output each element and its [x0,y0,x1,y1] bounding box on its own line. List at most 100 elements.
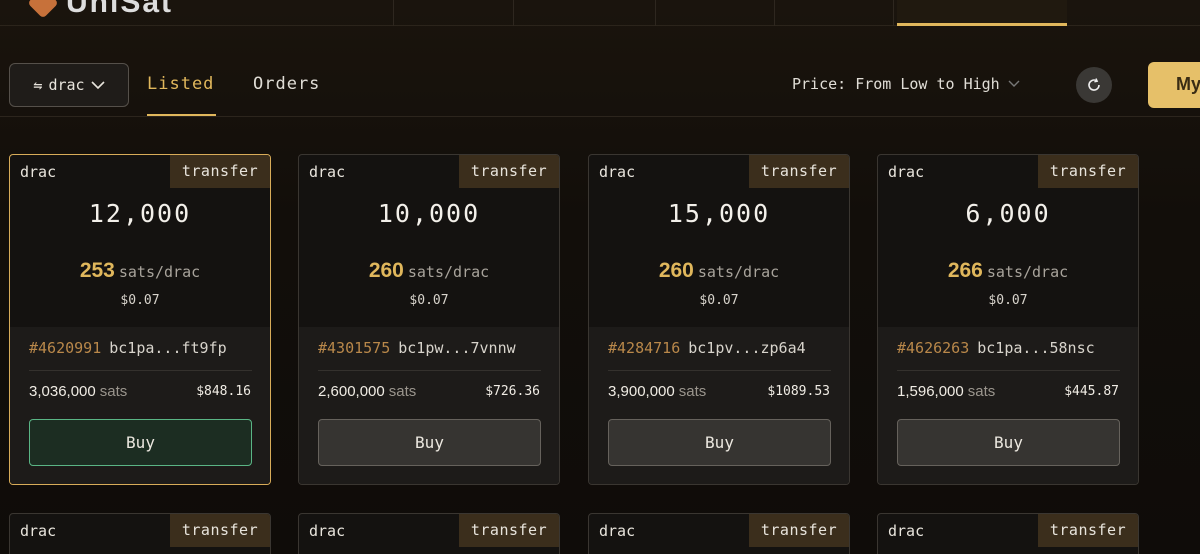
total-usd: $726.36 [485,384,540,399]
inscription-number[interactable]: #4284716 [608,339,680,357]
buy-button[interactable]: Buy [897,419,1120,466]
sort-label: Price: From Low to High [792,75,1000,93]
logo[interactable]: UniSat [27,0,174,20]
card-footer: #4301575 bc1pw...7vnnw 2,600,000 sats $726.3… [299,327,559,484]
card-ticker: drac [888,163,925,181]
unit-price-unit: sats/drac [118,263,201,281]
tab-orders[interactable]: Orders [253,74,320,94]
total-sats-unit: sats [967,383,996,400]
inscription-number[interactable]: #4301575 [318,339,390,357]
unit-price-usd: $0.07 [120,293,160,308]
card-divider [897,370,1120,371]
total-sats: 3,900,000 sats [608,383,706,400]
top-nav: UniSat [0,0,1200,26]
listing-card[interactable]: drac transfer [298,513,560,554]
unit-price-unit: sats/drac [697,263,780,281]
total-sats: 1,596,000 sats [897,383,995,400]
card-amount: 6,000 [965,199,1051,228]
transfer-badge: transfer [170,514,270,547]
my-button[interactable]: My [1148,62,1200,108]
total-sats-value: 1,596,000 [897,383,964,400]
nav-divider [513,0,514,26]
transfer-badge: transfer [459,155,559,188]
listing-card[interactable]: drac transfer 10,000 260 sats/drac $0.07 #4301… [298,154,560,485]
inscription-info: #4301575 bc1pw...7vnnw [318,339,516,357]
total-usd: $1089.53 [767,384,830,399]
card-amount: 15,000 [667,199,771,228]
chevron-down-icon [91,81,105,90]
transfer-badge: transfer [1038,155,1138,188]
unit-price-value: 260 [368,259,404,282]
nav-divider [655,0,656,26]
card-ticker: drac [599,522,636,540]
total-sats-unit: sats [678,383,707,400]
buy-button[interactable]: Buy [608,419,831,466]
swap-arrows-icon: ⇋ [33,76,43,94]
ticker-select-button[interactable]: ⇋ drac [9,63,129,107]
logo-mark-icon [27,0,59,19]
card-ticker: drac [309,163,346,181]
nav-divider [774,0,775,26]
listing-card[interactable]: drac transfer 15,000 260 sats/drac $0.07 #4284… [588,154,850,485]
nav-divider [893,0,894,26]
card-unit-price: 260 sats/drac [589,259,849,283]
card-ticker: drac [888,522,925,540]
card-footer: #4620991 bc1pa...ft9fp 3,036,000 sats $848.1… [10,327,270,484]
seller-address[interactable]: bc1pa...58nsc [977,339,1094,357]
total-sats-unit: sats [388,383,417,400]
card-unit-price: 260 sats/drac [299,259,559,283]
sort-select[interactable]: Price: From Low to High [792,75,1020,93]
card-ticker: drac [20,522,57,540]
card-unit-price: 253 sats/drac [10,259,270,283]
card-divider [29,370,252,371]
seller-address[interactable]: bc1pv...zp6a4 [688,339,805,357]
buy-button[interactable]: Buy [29,419,252,466]
unit-price-value: 260 [658,259,694,282]
total-usd: $445.87 [1064,384,1119,399]
chevron-down-icon [1008,80,1020,87]
inscription-number[interactable]: #4626263 [897,339,969,357]
total-sats-value: 3,900,000 [608,383,675,400]
transfer-badge: transfer [1038,514,1138,547]
ticker-label: drac [48,76,85,94]
card-ticker: drac [599,163,636,181]
seller-address[interactable]: bc1pa...ft9fp [109,339,226,357]
inscription-info: #4620991 bc1pa...ft9fp [29,339,227,357]
inscription-info: #4626263 bc1pa...58nsc [897,339,1095,357]
tab-listed[interactable]: Listed [147,74,214,94]
listing-card[interactable]: drac transfer [588,513,850,554]
card-amount: 10,000 [377,199,481,228]
total-usd: $848.16 [196,384,251,399]
total-sats-value: 3,036,000 [29,383,96,400]
logo-text: UniSat [66,0,174,19]
total-sats: 3,036,000 sats [29,383,127,400]
listing-card[interactable]: drac transfer [9,513,271,554]
unit-price-usd: $0.07 [409,293,449,308]
nav-divider [393,0,394,26]
total-sats-value: 2,600,000 [318,383,385,400]
card-footer: #4284716 bc1pv...zp6a4 3,900,000 sats $1089.… [589,327,849,484]
transfer-badge: transfer [749,514,849,547]
inscription-number[interactable]: #4620991 [29,339,101,357]
inscription-info: #4284716 bc1pv...zp6a4 [608,339,806,357]
buy-button[interactable]: Buy [318,419,541,466]
unit-price-value: 266 [947,259,983,282]
card-divider [318,370,541,371]
seller-address[interactable]: bc1pw...7vnnw [398,339,515,357]
listing-card[interactable]: drac transfer 12,000 253 sats/drac $0.07 #4620… [9,154,271,485]
card-footer: #4626263 bc1pa...58nsc 1,596,000 sats $445.8… [878,327,1138,484]
card-amount: 12,000 [88,199,192,228]
refresh-icon [1088,78,1100,91]
card-ticker: drac [309,522,346,540]
card-ticker: drac [20,163,57,181]
unit-price-unit: sats/drac [986,263,1069,281]
listing-card[interactable]: drac transfer 6,000 266 sats/drac $0.07 #46262… [877,154,1139,485]
nav-item-active[interactable] [897,0,1067,26]
card-divider [608,370,831,371]
listing-card[interactable]: drac transfer [877,513,1139,554]
unit-price-usd: $0.07 [699,293,739,308]
transfer-badge: transfer [749,155,849,188]
refresh-button[interactable] [1076,67,1112,103]
card-unit-price: 266 sats/drac [878,259,1138,283]
toolbar-divider [0,116,1200,117]
